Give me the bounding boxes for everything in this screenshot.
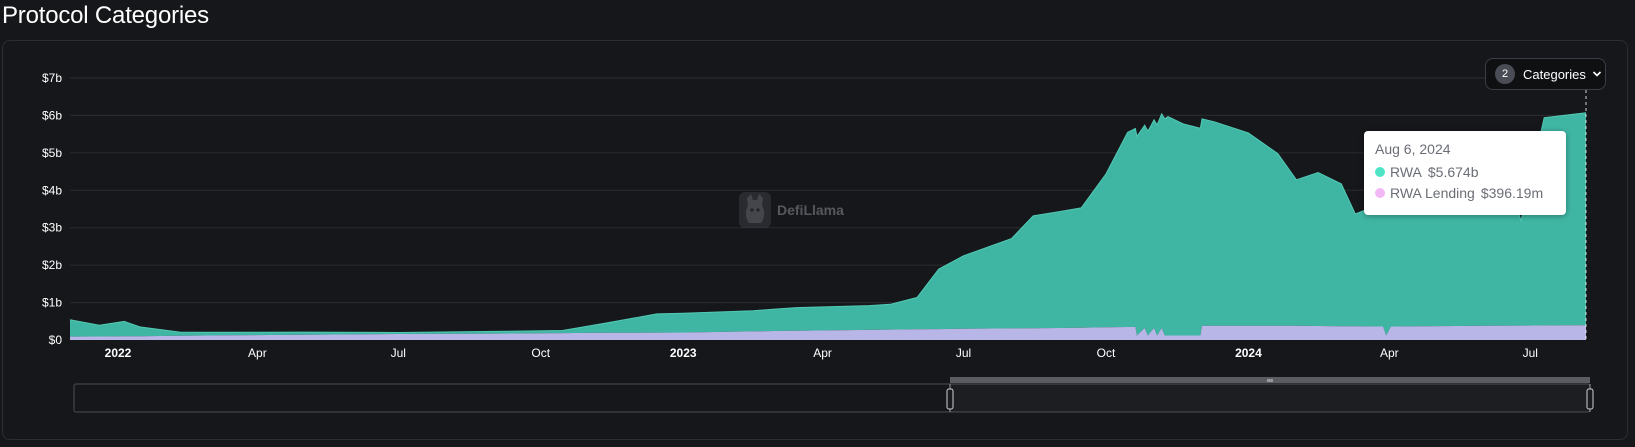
- y-axis-ticks: $0 $1b $2b $3b $4b $5b $6b $7b: [42, 71, 62, 347]
- x-tick-label: Jul: [1523, 346, 1538, 360]
- x-tick-label: Oct: [1097, 346, 1116, 360]
- watermark-text: DefiLlama: [777, 202, 844, 218]
- x-tick-label: 2022: [105, 346, 132, 360]
- y-tick-label: $2b: [42, 258, 62, 272]
- y-tick-label: $7b: [42, 71, 62, 85]
- categories-label: Categories: [1523, 66, 1586, 82]
- x-tick-label: Apr: [813, 346, 832, 360]
- tooltip-row-rwa: RWA $5.674b: [1375, 161, 1566, 182]
- llama-logo-icon: [739, 192, 771, 228]
- tooltip-date: Aug 6, 2024: [1375, 141, 1451, 157]
- y-tick-label: $3b: [42, 221, 62, 235]
- x-tick-label: Apr: [1380, 346, 1399, 360]
- x-tick-label: Apr: [248, 346, 267, 360]
- x-tick-label: Jul: [391, 346, 406, 360]
- tooltip-series-value: $396.19m: [1480, 184, 1544, 201]
- y-tick-label: $4b: [42, 183, 62, 197]
- y-tick-label: $6b: [42, 108, 62, 122]
- range-slider-left-handle[interactable]: [946, 388, 954, 410]
- range-slider[interactable]: [73, 377, 1594, 413]
- x-tick-label: Jul: [956, 346, 971, 360]
- categories-count-badge: 2: [1495, 64, 1515, 84]
- y-tick-label: $1b: [42, 296, 62, 310]
- chevron-down-icon: [1592, 69, 1602, 79]
- tooltip-row-rwa-lending: RWA Lending $396.19m: [1375, 182, 1566, 203]
- tooltip-series-name: RWA Lending: [1390, 184, 1475, 201]
- series-color-dot: [1375, 166, 1385, 177]
- range-slider-right-handle[interactable]: [1586, 388, 1594, 410]
- y-tick-label: $0: [49, 333, 63, 347]
- tooltip-series-value: $5.674b: [1427, 163, 1479, 180]
- x-tick-label: Oct: [531, 346, 550, 360]
- series-color-dot: [1375, 187, 1385, 198]
- x-tick-label: 2023: [670, 346, 697, 360]
- range-slider-selection: [950, 384, 1590, 412]
- x-axis-ticks: 2022 Apr Jul Oct 2023 Apr Jul Oct 2024 Apr Jul: [105, 346, 1538, 360]
- x-tick-label: 2024: [1235, 346, 1262, 360]
- watermark: DefiLlama: [737, 190, 844, 230]
- tooltip-series-name: RWA: [1390, 163, 1422, 180]
- y-tick-label: $5b: [42, 146, 62, 160]
- chart-tooltip: Aug 6, 2024 RWA $5.674b RWA Lending $396…: [1364, 131, 1566, 215]
- categories-button[interactable]: 2 Categories: [1485, 58, 1606, 90]
